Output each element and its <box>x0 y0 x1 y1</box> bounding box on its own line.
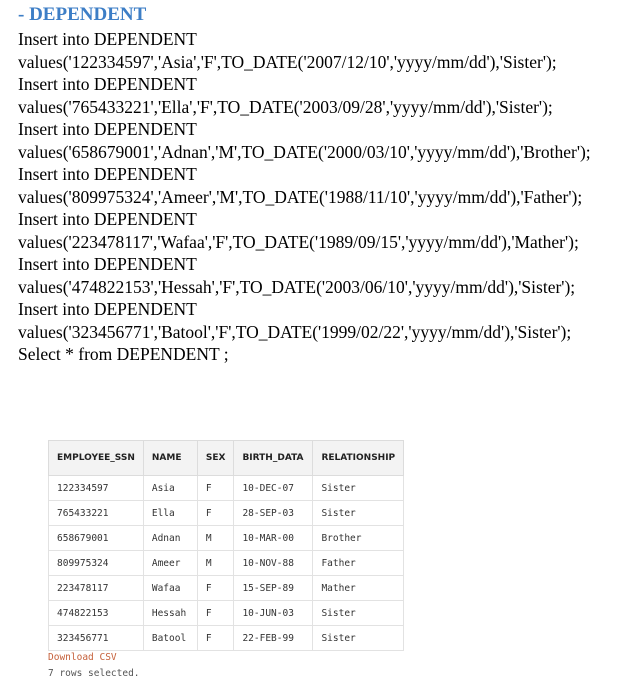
download-csv-link[interactable]: Download CSV <box>48 652 117 663</box>
table-row: 122334597 Asia F 10-DEC-07 Sister <box>48 475 405 501</box>
cell-employee-ssn: 809975324 <box>48 550 144 576</box>
cell-employee-ssn: 323456771 <box>48 625 144 651</box>
cell-relationship: Sister <box>312 500 405 526</box>
sql-line: Insert into DEPENDENT <box>18 164 197 184</box>
rows-selected-status: 7 rows selected. <box>48 668 140 679</box>
sql-line: Insert into DEPENDENT <box>18 74 197 94</box>
table-row: 323456771 Batool F 22-FEB-99 Sister <box>48 625 405 651</box>
cell-relationship: Sister <box>312 475 405 501</box>
cell-sex: F <box>196 575 235 601</box>
column-header-relationship: RELATIONSHIP <box>312 440 405 476</box>
cell-employee-ssn: 223478117 <box>48 575 144 601</box>
table-row: 474822153 Hessah F 10-JUN-03 Sister <box>48 600 405 626</box>
cell-employee-ssn: 765433221 <box>48 500 144 526</box>
sql-line: Select * from DEPENDENT ; <box>18 344 229 364</box>
table-row: 765433221 Ella F 28-SEP-03 Sister <box>48 500 405 526</box>
cell-relationship: Brother <box>312 525 405 551</box>
sql-line: Insert into DEPENDENT <box>18 29 197 49</box>
cell-birth-data: 15-SEP-89 <box>233 575 314 601</box>
sql-line: values('765433221','Ella','F',TO_DATE('2… <box>18 96 553 117</box>
sql-line: values('223478117','Wafaa','F',TO_DATE('… <box>18 231 579 252</box>
cell-sex: M <box>196 550 235 576</box>
query-result: EMPLOYEE_SSN NAME SEX BIRTH_DATA RELATIO… <box>48 440 405 651</box>
cell-employee-ssn: 658679001 <box>48 525 144 551</box>
cell-name: Ameer <box>142 550 198 576</box>
cell-birth-data: 22-FEB-99 <box>233 625 314 651</box>
sql-line: values('122334597','Asia','F',TO_DATE('2… <box>18 51 557 72</box>
cell-name: Asia <box>142 475 198 501</box>
table-header-row: EMPLOYEE_SSN NAME SEX BIRTH_DATA RELATIO… <box>48 440 405 476</box>
cell-employee-ssn: 474822153 <box>48 600 144 626</box>
column-header-sex: SEX <box>196 440 235 476</box>
column-header-name: NAME <box>142 440 198 476</box>
sql-line: Insert into DEPENDENT <box>18 254 197 274</box>
table-row: 658679001 Adnan M 10-MAR-00 Brother <box>48 525 405 551</box>
cell-birth-data: 10-DEC-07 <box>233 475 314 501</box>
cell-sex: F <box>196 500 235 526</box>
column-header-birth-data: BIRTH_DATA <box>233 440 314 476</box>
cell-birth-data: 10-MAR-00 <box>233 525 314 551</box>
cell-sex: F <box>196 475 235 501</box>
cell-sex: F <box>196 625 235 651</box>
cell-birth-data: 10-JUN-03 <box>233 600 314 626</box>
sql-line: Insert into DEPENDENT <box>18 209 197 229</box>
cell-name: Wafaa <box>142 575 198 601</box>
cell-birth-data: 28-SEP-03 <box>233 500 314 526</box>
table-row: 223478117 Wafaa F 15-SEP-89 Mather <box>48 575 405 601</box>
sql-code-block: Insert into DEPENDENT values('122334597'… <box>18 28 638 366</box>
cell-sex: F <box>196 600 235 626</box>
result-table: EMPLOYEE_SSN NAME SEX BIRTH_DATA RELATIO… <box>48 440 405 651</box>
cell-relationship: Sister <box>312 625 405 651</box>
cell-birth-data: 10-NOV-88 <box>233 550 314 576</box>
sql-line: values('658679001','Adnan','M',TO_DATE('… <box>18 141 591 162</box>
sql-line: values('323456771','Batool','F',TO_DATE(… <box>18 321 572 342</box>
cell-relationship: Sister <box>312 600 405 626</box>
cell-name: Adnan <box>142 525 198 551</box>
cell-relationship: Mather <box>312 575 405 601</box>
sql-line: Insert into DEPENDENT <box>18 299 197 319</box>
cell-name: Ella <box>142 500 198 526</box>
cell-employee-ssn: 122334597 <box>48 475 144 501</box>
sql-line: Insert into DEPENDENT <box>18 119 197 139</box>
cell-relationship: Father <box>312 550 405 576</box>
cell-name: Batool <box>142 625 198 651</box>
sql-line: values('474822153','Hessah','F',TO_DATE(… <box>18 276 576 297</box>
cell-name: Hessah <box>142 600 198 626</box>
table-row: 809975324 Ameer M 10-NOV-88 Father <box>48 550 405 576</box>
sql-line: values('809975324','Ameer','M',TO_DATE('… <box>18 186 583 207</box>
section-title: - DEPENDENT <box>18 4 147 25</box>
column-header-employee-ssn: EMPLOYEE_SSN <box>48 440 144 476</box>
cell-sex: M <box>196 525 235 551</box>
